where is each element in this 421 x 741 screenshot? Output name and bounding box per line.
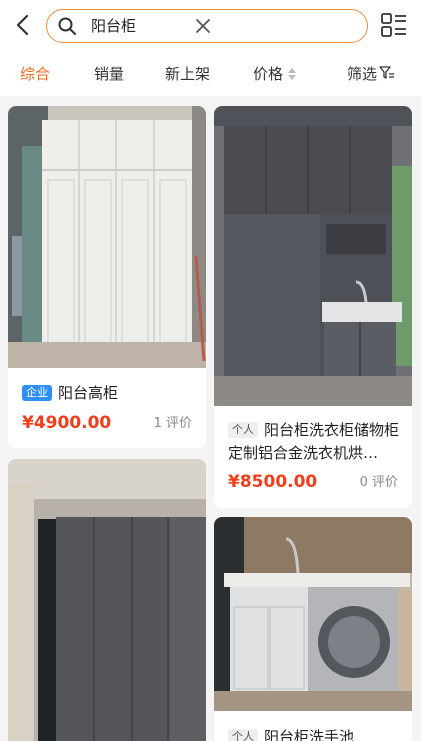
sort-sales[interactable]: 销量 — [94, 64, 124, 84]
product-title-text: 阳台柜洗手池 — [264, 728, 355, 741]
clear-icon[interactable] — [193, 16, 213, 36]
product-title: 企业 阳台高柜 — [22, 382, 198, 405]
sort-filter-bar: 综合 销量 新上架 价格 筛选 — [0, 52, 421, 96]
product-card[interactable]: 企业 阳台高柜 ¥4900.00 1 评价 — [8, 106, 206, 448]
search-icon — [58, 17, 76, 35]
product-card[interactable]: 个人 阳台柜洗衣柜储物柜定制铝合金洗衣机烘… ¥8500.00 0 评价 — [214, 106, 412, 508]
product-title-text: 阳台高柜 — [58, 384, 119, 402]
list-layout-icon[interactable] — [380, 12, 408, 38]
product-price: ¥8500.00 — [228, 472, 318, 492]
back-arrow-icon[interactable] — [10, 10, 36, 40]
sort-comprehensive[interactable]: 综合 — [20, 64, 50, 84]
personal-tag: 个人 — [228, 422, 258, 438]
business-tag: 企业 — [22, 385, 52, 401]
product-image — [8, 459, 206, 741]
personal-tag: 个人 — [228, 729, 258, 741]
sort-newest[interactable]: 新上架 — [165, 64, 210, 84]
product-card[interactable]: 个人 阳台柜洗手池 — [214, 517, 412, 741]
product-reviews: 1 评价 — [153, 416, 192, 431]
sort-price[interactable]: 价格 — [253, 64, 297, 84]
search-bar[interactable]: 阳台柜 — [46, 9, 368, 43]
product-image — [214, 517, 412, 711]
sort-arrows-icon — [288, 68, 297, 80]
product-reviews: 0 评价 — [359, 475, 398, 490]
product-image — [8, 106, 206, 368]
funnel-icon — [379, 66, 395, 79]
sort-price-label: 价格 — [253, 65, 284, 83]
filter-button[interactable]: 筛选 — [347, 64, 395, 84]
product-price: ¥4900.00 — [22, 413, 112, 433]
top-bar: 阳台柜 — [0, 0, 421, 52]
search-query[interactable]: 阳台柜 — [91, 16, 136, 36]
product-title: 个人 阳台柜洗衣柜储物柜定制铝合金洗衣机烘… — [228, 419, 404, 465]
product-card[interactable] — [8, 459, 206, 741]
product-image — [214, 106, 412, 406]
filter-label: 筛选 — [347, 65, 378, 83]
product-title: 个人 阳台柜洗手池 — [228, 726, 404, 741]
